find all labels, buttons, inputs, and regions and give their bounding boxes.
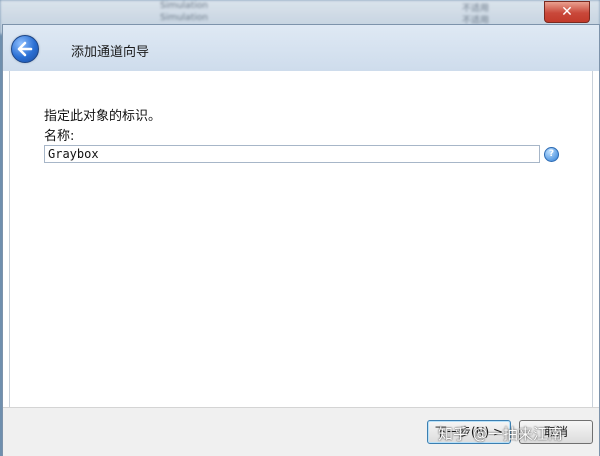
name-label: 名称: bbox=[44, 129, 75, 144]
close-button[interactable]: ✕ bbox=[544, 1, 590, 23]
wizard-header: 添加通道向导 bbox=[3, 25, 599, 71]
wizard-content: 指定此对象的标识。 名称: ? bbox=[9, 71, 593, 408]
name-input[interactable] bbox=[44, 145, 540, 163]
instruction-text: 指定此对象的标识。 bbox=[44, 109, 162, 124]
help-icon[interactable]: ? bbox=[544, 147, 559, 162]
back-arrow-icon bbox=[17, 41, 33, 57]
wizard-title: 添加通道向导 bbox=[71, 45, 150, 60]
background-cell: Simulation bbox=[160, 1, 208, 11]
watermark: 知乎 @一抽来江南 bbox=[438, 425, 563, 443]
background-row: Simulation 不适用 bbox=[0, 1, 600, 14]
back-button[interactable] bbox=[11, 35, 39, 63]
background-cell: Simulation bbox=[160, 13, 208, 23]
add-channel-wizard-dialog: 添加通道向导 指定此对象的标识。 名称: ? 下一步(N) > 取消 bbox=[2, 24, 600, 456]
